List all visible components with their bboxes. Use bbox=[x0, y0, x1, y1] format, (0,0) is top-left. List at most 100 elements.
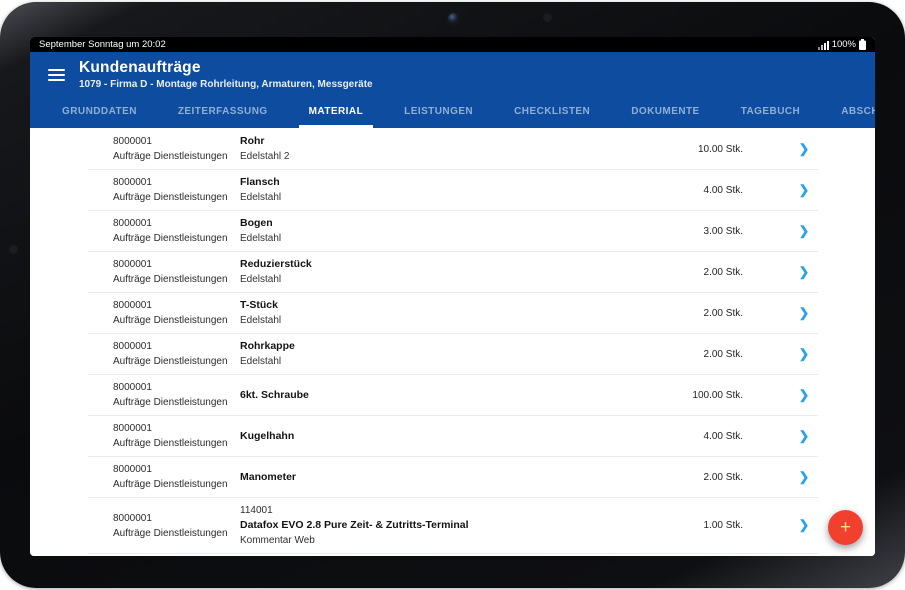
material-row[interactable]: 8000001 Aufträge Dienstleistungen Flansch E… bbox=[88, 170, 818, 211]
material-list[interactable]: 8000001 Aufträge Dienstleistungen Rohr Edel… bbox=[30, 128, 875, 556]
material-group: Aufträge Dienstleistungen bbox=[113, 479, 228, 490]
material-quantity: 2.00 Stk. bbox=[703, 266, 743, 278]
material-quantity: 3.00 Stk. bbox=[703, 225, 743, 237]
material-code: 8000001 bbox=[113, 423, 152, 434]
tab-abschluss[interactable]: ABSCHLUSS bbox=[831, 106, 875, 128]
material-code: 8000001 bbox=[113, 136, 152, 147]
material-group: Aufträge Dienstleistungen bbox=[113, 192, 228, 203]
material-name: Flansch bbox=[240, 176, 280, 188]
chevron-right-icon[interactable]: ❯ bbox=[796, 389, 812, 402]
chevron-right-icon[interactable]: ❯ bbox=[796, 225, 812, 238]
material-main-col: Reduzierstück Edelstahl bbox=[240, 257, 663, 287]
material-code: 8000001 bbox=[113, 512, 152, 524]
material-row[interactable]: 8000001 Aufträge Dienstleistungen Manomete… bbox=[88, 457, 818, 498]
add-material-button[interactable]: + bbox=[828, 510, 863, 545]
material-main-col: T-Stück Edelstahl bbox=[240, 298, 663, 328]
material-left-col: 8000001 Aufträge Dienstleistungen bbox=[113, 175, 240, 205]
material-article-no: 114001 bbox=[240, 505, 273, 516]
tab-grunddaten[interactable]: GRUNDDATEN bbox=[52, 106, 147, 128]
material-code: 8000001 bbox=[113, 259, 152, 270]
material-code: 8000001 bbox=[113, 218, 152, 229]
material-row[interactable]: 8000001 Aufträge Dienstleistungen 6kt. Sch… bbox=[88, 375, 818, 416]
material-quantity: 2.00 Stk. bbox=[703, 307, 743, 319]
material-left-col: 8000001 Aufträge Dienstleistungen bbox=[113, 339, 240, 369]
sensor-dot-icon bbox=[543, 13, 552, 22]
front-camera-icon bbox=[448, 13, 459, 24]
material-main-col: 6kt. Schraube bbox=[240, 388, 663, 403]
tab-dokumente[interactable]: DOKUMENTE bbox=[621, 106, 710, 128]
status-bar: September Sonntag um 20:02 100% bbox=[30, 37, 875, 52]
material-row[interactable]: 8000001 Aufträge Dienstleistungen Bogen Ede… bbox=[88, 211, 818, 252]
chevron-right-icon[interactable]: ❯ bbox=[796, 307, 812, 320]
tab-tagebuch[interactable]: TAGEBUCH bbox=[731, 106, 811, 128]
tab-leistungen[interactable]: LEISTUNGEN bbox=[394, 106, 483, 128]
signal-bars-icon bbox=[817, 40, 829, 50]
material-quantity: 2.00 Stk. bbox=[703, 471, 743, 483]
tab-zeiterfassung[interactable]: ZEITERFASSUNG bbox=[168, 106, 278, 128]
battery-full-icon bbox=[859, 39, 866, 50]
chevron-right-icon[interactable]: ❯ bbox=[796, 519, 812, 532]
material-name: Bogen bbox=[240, 217, 273, 229]
side-camera-icon bbox=[9, 245, 18, 254]
app-header: Kundenaufträge 1079 - Firma D - Montage … bbox=[30, 52, 875, 96]
material-row[interactable]: 8000001 Aufträge Dienstleistungen Reduzier… bbox=[88, 252, 818, 293]
material-main-col: Kugelhahn bbox=[240, 429, 663, 444]
material-main-col: Rohr Edelstahl 2 bbox=[240, 134, 663, 164]
material-variant: Edelstahl bbox=[240, 274, 282, 285]
material-row[interactable]: 8000001 Aufträge Dienstleistungen T-Stück E… bbox=[88, 293, 818, 334]
chevron-right-icon[interactable]: ❯ bbox=[796, 143, 812, 156]
material-quantity: 10.00 Stk. bbox=[697, 143, 743, 155]
material-name: 6kt. Schraube bbox=[240, 388, 309, 401]
tab-material[interactable]: MATERIAL bbox=[298, 106, 374, 128]
chevron-right-icon[interactable]: ❯ bbox=[796, 348, 812, 361]
material-quantity: 2.00 Stk. bbox=[703, 348, 743, 360]
material-row[interactable]: 8000001 Aufträge Dienstleistungen Rohr Edel… bbox=[88, 129, 818, 170]
tab-checklisten[interactable]: CHECKLISTEN bbox=[504, 106, 600, 128]
material-quantity: 1.00 Stk. bbox=[703, 520, 743, 531]
material-name: Rohr bbox=[240, 135, 265, 147]
material-left-col: 8000001 Aufträge Dienstleistungen bbox=[113, 462, 240, 492]
material-row[interactable]: 8000001 Aufträge Dienstleistungen Rohrkapp… bbox=[88, 334, 818, 375]
material-comment: Kommentar Web bbox=[240, 535, 315, 546]
status-datetime: September Sonntag um 20:02 bbox=[39, 39, 166, 50]
material-variant: Edelstahl bbox=[240, 192, 282, 203]
chevron-right-icon[interactable]: ❯ bbox=[796, 184, 812, 197]
material-left-col: 8000001 Aufträge Dienstleistungen bbox=[113, 134, 240, 164]
material-variant: Edelstahl 2 bbox=[240, 151, 290, 162]
material-left-col: 8000001 Aufträge Dienstleistungen bbox=[113, 380, 240, 410]
battery-percentage: 100% bbox=[831, 39, 856, 50]
material-main-col: Flansch Edelstahl bbox=[240, 175, 663, 205]
material-quantity: 100.00 Stk. bbox=[692, 389, 743, 401]
material-quantity: 4.00 Stk. bbox=[703, 430, 743, 442]
material-group: Aufträge Dienstleistungen bbox=[113, 438, 228, 449]
material-name: Datafox EVO 2.8 Pure Zeit- & Zutritts-Te… bbox=[240, 519, 469, 531]
material-name: Kugelhahn bbox=[240, 429, 295, 442]
material-name: T-Stück bbox=[240, 299, 278, 311]
material-left-col: 8000001 Aufträge Dienstleistungen bbox=[113, 298, 240, 328]
material-name: Reduzierstück bbox=[240, 258, 312, 270]
material-main-col: Rohrkappe Edelstahl bbox=[240, 339, 663, 369]
material-code: 8000001 bbox=[113, 300, 152, 311]
material-group: Aufträge Dienstleistungen bbox=[113, 397, 228, 408]
material-variant: Edelstahl bbox=[240, 315, 282, 326]
hamburger-menu-icon[interactable] bbox=[48, 69, 65, 81]
material-code: 8000001 bbox=[113, 464, 152, 475]
material-left-col: 8000001 Aufträge Dienstleistungen bbox=[113, 511, 240, 541]
material-variant: Edelstahl bbox=[240, 356, 282, 367]
chevron-right-icon[interactable]: ❯ bbox=[796, 430, 812, 443]
material-variant: Edelstahl bbox=[240, 233, 282, 244]
material-group: Aufträge Dienstleistungen bbox=[113, 356, 228, 367]
material-left-col: 8000001 Aufträge Dienstleistungen bbox=[113, 421, 240, 451]
app-screen: September Sonntag um 20:02 100% Kundenau… bbox=[30, 37, 875, 556]
material-group: Aufträge Dienstleistungen bbox=[113, 233, 228, 244]
material-left-col: 8000001 Aufträge Dienstleistungen bbox=[113, 257, 240, 287]
material-main-col: Manometer bbox=[240, 470, 663, 485]
material-group: Aufträge Dienstleistungen bbox=[113, 151, 228, 162]
chevron-right-icon[interactable]: ❯ bbox=[796, 471, 812, 484]
page-title: Kundenaufträge bbox=[79, 58, 201, 76]
material-group: Aufträge Dienstleistungen bbox=[113, 315, 228, 326]
chevron-right-icon[interactable]: ❯ bbox=[796, 266, 812, 279]
material-code: 8000001 bbox=[113, 341, 152, 352]
material-row[interactable]: 8000001 Aufträge Dienstleistungen 114001 Da… bbox=[88, 498, 818, 554]
material-row[interactable]: 8000001 Aufträge Dienstleistungen Kugelhah… bbox=[88, 416, 818, 457]
